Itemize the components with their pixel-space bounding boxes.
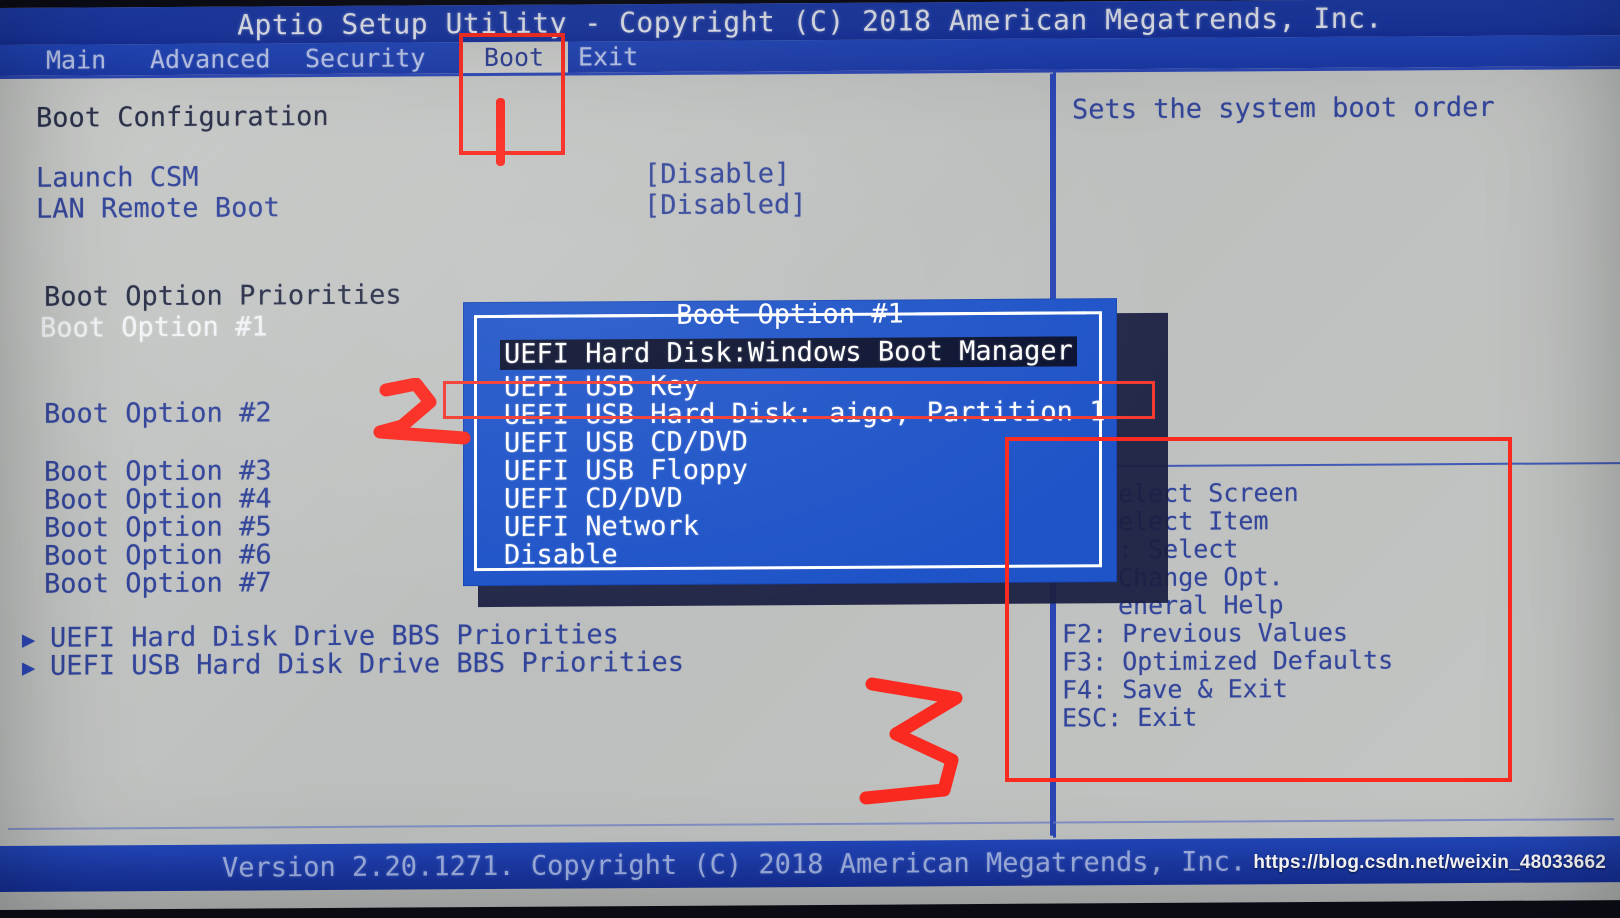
section-title-boot-option-priorities: Boot Option Priorities [44,279,402,313]
submenu-uefi-usb-hard-disk-bbs-priorities[interactable]: UEFI USB Hard Disk Drive BBS Priorities [50,647,684,682]
dialog-title: Boot Option #1 [676,297,904,331]
dialog-option-uefi-usb-cd-dvd[interactable]: UEFI USB CD/DVD [504,426,748,458]
dialog-title-rule-left [494,313,665,318]
dialog-option-uefi-network[interactable]: UEFI Network [504,511,699,543]
help-description: Sets the system boot order [1072,91,1495,126]
watermark-url: https://blog.csdn.net/weixin_48033662 [1253,852,1606,873]
tab-advanced[interactable]: Advanced [140,43,280,75]
dialog-option-uefi-usb-floppy[interactable]: UEFI USB Floppy [504,454,748,486]
annotation-stroke-step-1 [496,98,505,166]
section-title-boot-configuration: Boot Configuration [36,100,329,134]
dialog-option-uefi-hard-disk-windows-boot-manager[interactable]: UEFI Hard Disk:Windows Boot Manager [500,335,1077,370]
dialog-option-uefi-cd-dvd[interactable]: UEFI CD/DVD [504,483,683,515]
window-title: Aptio Setup Utility - Copyright (C) 2018… [237,1,1383,42]
tab-exit[interactable]: Exit [568,41,648,72]
setting-label-launch-csm[interactable]: Launch CSM [36,162,199,194]
dialog-title-bar: Boot Option #1 [464,297,1116,331]
dialog-option-disable[interactable]: Disable [504,539,618,571]
setting-label-lan-remote-boot[interactable]: LAN Remote Boot [36,192,280,224]
setting-value-lan-remote-boot[interactable]: [Disabled] [644,189,807,221]
bios-screenshot: Aptio Setup Utility - Copyright (C) 2018… [0,0,1620,918]
boot-option-1-label[interactable]: Boot Option #1 [40,311,268,343]
tab-security[interactable]: Security [295,42,435,74]
version-text: Version 2.20.1271. Copyright (C) 2018 Am… [222,845,1247,884]
annotation-box-aigo-option [443,381,1155,419]
submenu-arrow-icon-hard-disk: ▶ [22,627,36,653]
dialog-title-rule-right [915,310,1086,315]
annotation-box-hotkey-legend [1005,437,1512,782]
boot-option-2-label[interactable]: Boot Option #2 [44,397,272,429]
annotation-box-boot-tab [459,33,565,155]
setting-value-launch-csm[interactable]: [Disable] [644,158,790,190]
submenu-arrow-icon-usb-hard-disk: ▶ [22,655,36,681]
boot-option-7-label[interactable]: Boot Option #7 [44,567,272,599]
tab-main[interactable]: Main [36,44,116,75]
